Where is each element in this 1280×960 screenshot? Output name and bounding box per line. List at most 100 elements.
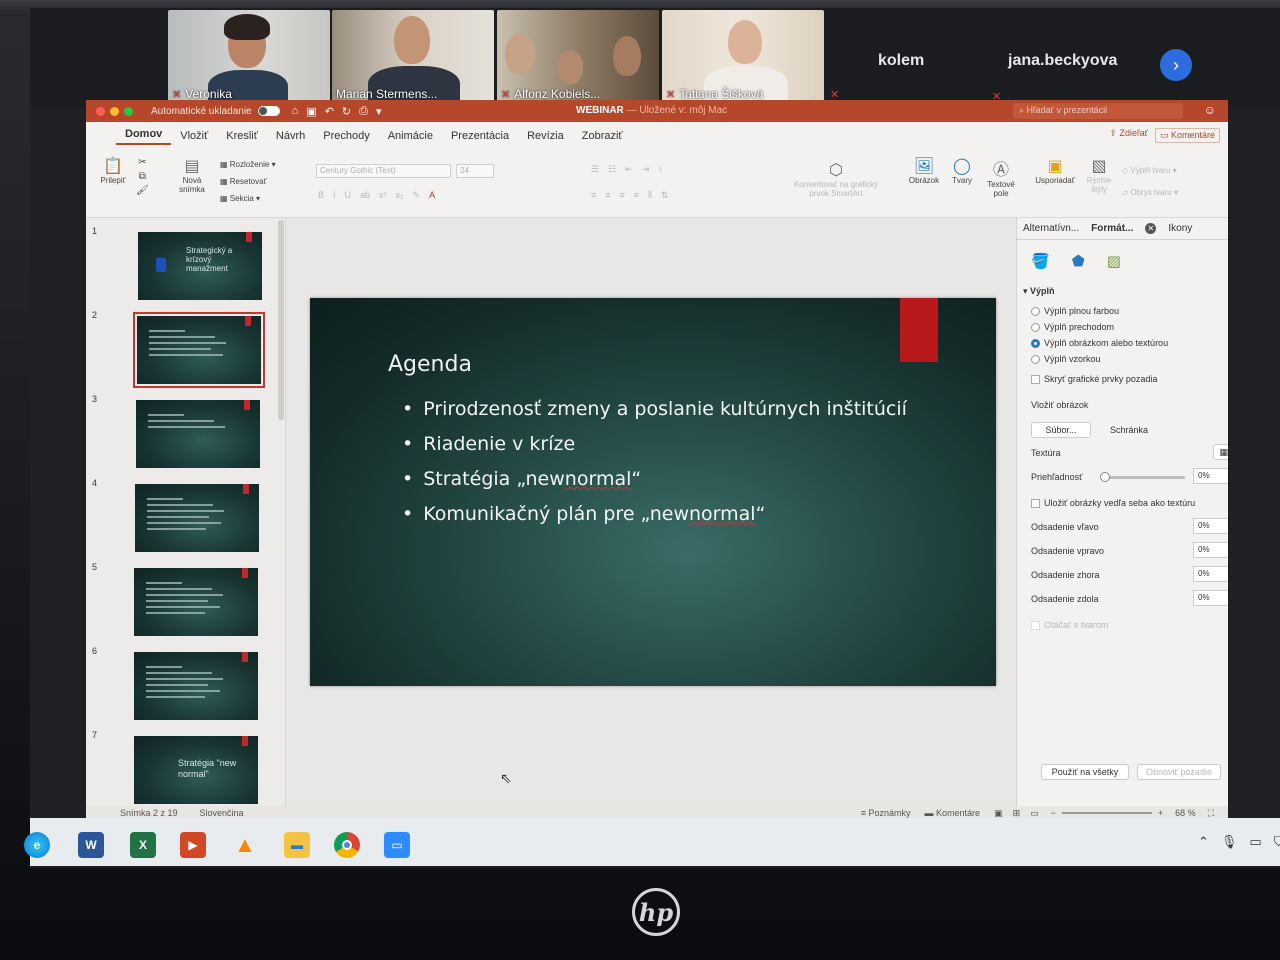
next-page-button[interactable]: › xyxy=(1160,49,1192,81)
tab-format[interactable]: Formát... xyxy=(1085,223,1139,234)
battery-icon[interactable]: ▭ xyxy=(1249,834,1261,850)
align-left-icon[interactable]: ≡ xyxy=(591,190,596,201)
tab-alt-text[interactable]: Alternatívn... xyxy=(1017,223,1085,234)
thumbnail-scrollbar[interactable] xyxy=(278,220,284,420)
fit-to-window-icon[interactable]: ⛶ xyxy=(1208,808,1214,819)
video-tile-alfonz[interactable]: ✕ Alfonz Kobiels... xyxy=(497,10,659,104)
save-icon[interactable]: ▣ xyxy=(306,105,316,118)
sorter-view-icon[interactable]: ⊞ xyxy=(1013,808,1021,819)
slide-thumbnail-3[interactable] xyxy=(136,400,260,468)
video-tile-tatiana[interactable]: ✕ Tatiana Šišková xyxy=(662,10,824,104)
search-input[interactable]: ⌕ Hľadať v prezentácii xyxy=(1013,103,1183,119)
video-tile-veronika[interactable]: ✕ Veronika xyxy=(168,10,330,104)
slide-thumbnail-1[interactable]: Strategický a krízový manažment xyxy=(138,232,262,300)
numbering-icon[interactable]: ☷ xyxy=(608,164,616,175)
format-painter-icon[interactable]: 🖌 xyxy=(136,185,149,196)
tab-insert[interactable]: Vložiť xyxy=(171,130,217,142)
fill-pattern-radio[interactable]: Výplň vzorkou xyxy=(1031,354,1101,364)
apply-to-all-button[interactable]: Použiť na všetky xyxy=(1041,764,1129,780)
fill-gradient-radio[interactable]: Výplň prechodom xyxy=(1031,322,1114,332)
excel-icon[interactable]: X xyxy=(130,832,156,858)
texture-picker[interactable]: ▦▾ xyxy=(1213,444,1228,460)
tab-animations[interactable]: Animácie xyxy=(379,130,442,142)
slide-thumbnail-6[interactable] xyxy=(134,652,258,720)
font-size-select[interactable]: 24 xyxy=(456,164,494,178)
participant-name-only[interactable]: kolem xyxy=(878,52,924,70)
vlc-icon[interactable]: ▲ xyxy=(232,832,258,858)
zoom-in-icon[interactable]: + xyxy=(1158,808,1163,818)
zoom-slider[interactable] xyxy=(1061,812,1152,814)
undo-icon[interactable]: ↶ xyxy=(325,105,334,118)
fill-bucket-icon[interactable]: 🪣 xyxy=(1031,252,1050,270)
participant-name-only[interactable]: jana.beckyova xyxy=(1008,52,1117,70)
highlight-icon[interactable]: ✎ xyxy=(413,190,421,201)
slide-title[interactable]: Agenda xyxy=(388,352,472,377)
maximize-window-button[interactable] xyxy=(124,106,133,116)
close-icon[interactable]: ✕ xyxy=(1145,223,1157,234)
reset-background-button[interactable]: Obnoviť pozadie xyxy=(1137,764,1221,780)
fill-solid-radio[interactable]: Výplň plnou farbou xyxy=(1031,306,1119,316)
offset-top-spinner[interactable]: 0%⇕ xyxy=(1193,566,1228,582)
minimize-window-button[interactable] xyxy=(110,106,119,116)
shape-outline-button[interactable]: ▱ Obrys tvaru ▾ xyxy=(1122,182,1178,204)
font-color-icon[interactable]: A xyxy=(429,190,435,201)
close-window-button[interactable] xyxy=(96,106,105,116)
status-comments-button[interactable]: ▬ Komentáre xyxy=(925,808,981,818)
tab-view[interactable]: Zobraziť xyxy=(573,130,632,142)
layout-button[interactable]: ▦ Rozloženie ▾ xyxy=(220,156,276,173)
text-direction-icon[interactable]: ⇅ xyxy=(661,190,669,201)
current-slide[interactable]: Agenda Prirodzenosť zmeny a poslanie kul… xyxy=(310,298,996,686)
italic-icon[interactable]: I xyxy=(333,190,336,201)
quick-styles-button[interactable]: ▧ Rýchle štýly xyxy=(1082,156,1116,194)
subscript-icon[interactable]: x₂ xyxy=(396,190,404,201)
bullets-icon[interactable]: ☰ xyxy=(591,164,599,175)
shapes-button[interactable]: ◯ Tvary xyxy=(944,156,980,185)
chevron-down-icon[interactable]: ▾ xyxy=(376,105,382,118)
new-slide-button[interactable]: ▤ Nová snímka xyxy=(172,156,212,194)
language-label[interactable]: Slovenčina xyxy=(200,808,244,818)
tab-transitions[interactable]: Prechody xyxy=(314,130,378,142)
image-icon[interactable]: ▨ xyxy=(1107,252,1121,270)
notes-button[interactable]: ≡ Poznámky xyxy=(861,808,911,818)
reset-button[interactable]: ▦ Resetovať xyxy=(220,173,276,190)
chrome-icon[interactable] xyxy=(334,832,360,858)
picture-button[interactable]: 🖼 Obrázok xyxy=(904,156,944,185)
fill-picture-radio[interactable]: Výplň obrázkom alebo textúrou xyxy=(1031,338,1168,348)
transparency-slider[interactable] xyxy=(1100,472,1185,482)
offset-left-spinner[interactable]: 0%⇕ xyxy=(1193,518,1228,534)
word-icon[interactable]: W xyxy=(78,832,104,858)
textbox-button[interactable]: Ⓐ Textové pole xyxy=(982,156,1020,198)
tab-design[interactable]: Návrh xyxy=(267,130,314,142)
comments-button[interactable]: ▭ Komentáre xyxy=(1154,128,1220,143)
paste-button[interactable]: 📋 Prilepiť xyxy=(96,156,130,185)
slide-thumbnail-4[interactable] xyxy=(135,484,259,552)
copy-icon[interactable]: ⧉ xyxy=(139,171,146,182)
slide-bullet-list[interactable]: Prirodzenosť zmeny a poslanie kultúrnych… xyxy=(402,398,907,538)
microphone-icon[interactable]: 🎙 xyxy=(1221,834,1238,850)
cut-icon[interactable]: ✂ xyxy=(138,157,146,168)
smartart-button[interactable]: ⬡ Konvertovať na grafický prvok SmartArt xyxy=(786,160,886,198)
chevron-up-icon[interactable]: ⌃ xyxy=(1198,834,1209,850)
arrange-button[interactable]: ▣ Usporiadať xyxy=(1032,156,1078,185)
file-button[interactable]: Súbor... xyxy=(1031,422,1091,438)
slider-handle[interactable] xyxy=(1100,472,1110,482)
tab-slideshow[interactable]: Prezentácia xyxy=(442,130,518,142)
hide-bg-graphics-checkbox[interactable]: Skryť grafické prvky pozadia xyxy=(1031,374,1157,384)
transparency-spinner[interactable]: 0%⇕ xyxy=(1193,468,1228,484)
font-family-select[interactable]: Century Gothic (Text) xyxy=(316,164,451,178)
strikethrough-icon[interactable]: ab xyxy=(360,190,370,201)
align-center-icon[interactable]: ≡ xyxy=(605,190,610,201)
file-explorer-icon[interactable]: ▬ xyxy=(284,832,310,858)
pentagon-icon[interactable]: ⬟ xyxy=(1072,252,1085,270)
zoom-level[interactable]: 68 % xyxy=(1175,808,1196,818)
tab-review[interactable]: Revízia xyxy=(518,130,573,142)
line-spacing-icon[interactable]: ↕ xyxy=(658,164,663,175)
tab-draw[interactable]: Kresliť xyxy=(217,130,267,142)
print-icon[interactable]: ⎙ xyxy=(359,105,368,118)
tab-icons[interactable]: Ikony xyxy=(1162,223,1198,234)
shape-fill-button[interactable]: ◇ Výplň tvaru ▾ xyxy=(1122,160,1178,182)
slide-thumbnail-2[interactable] xyxy=(133,312,265,388)
outdent-icon[interactable]: ⇥ xyxy=(642,164,650,175)
share-button[interactable]: ⇪ Zdieľať xyxy=(1109,128,1148,139)
powerpoint-icon[interactable]: ▶ xyxy=(180,832,206,858)
